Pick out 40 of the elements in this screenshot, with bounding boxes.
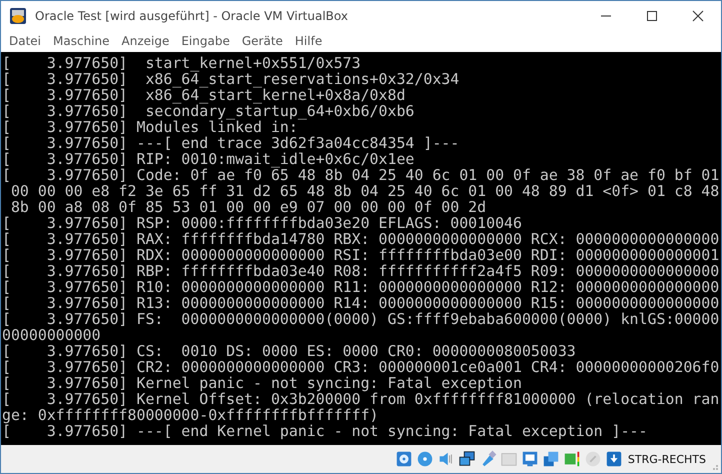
console-line: [ 3.977650] FS: 0000000000000000(0000) GS:ffff9ebaba600000(0000) knlGS:00000	[2, 311, 720, 327]
console-line: [ 3.977650] R10: 0000000000000000 R11: 0000000000000000 R12: 0000000000000000	[2, 279, 720, 295]
console-line: 00000000000	[2, 327, 102, 343]
console-line: [ 3.977650] ---[ end Kernel panic - not syncing: Fatal exception ]---	[2, 423, 648, 439]
menu-item[interactable]: Hilfe	[288, 34, 328, 48]
console-line: [ 3.977650] x86_64_start_reservations+0x32/0x34	[2, 71, 460, 87]
console-line: [ 3.977650] RBP: ffffffffbda03e40 R08: fffffffffff2a4f5 R09: 0000000000000000	[2, 263, 720, 279]
console-line: [ 3.977650] Kernel Offset: 0x3b200000 from 0xffffffff81000000 (relocation ran	[2, 391, 720, 407]
console-line: [ 3.977650] Modules linked in:	[2, 119, 298, 135]
console-line: [ 3.977650] Kernel panic - not syncing: Fatal exception	[2, 375, 523, 391]
console-line: ge: 0xffffffff80000000-0xffffffffbfffffff)	[2, 407, 380, 423]
console-line: [ 3.977650] RIP: 0010:mwait_idle+0x6c/0x1ee	[2, 151, 416, 167]
console-line: [ 3.977650] CR2: 0000000000000000 CR3: 000000001ce0a001 CR4: 00000000000206f0	[2, 359, 720, 375]
console-line: [ 3.977650] ---[ end trace 3d62f3a04cc84354 ]---	[2, 135, 460, 151]
close-icon	[692, 10, 704, 22]
console-line: [ 3.977650] start_kernel+0x551/0x573	[2, 55, 362, 71]
app-logo-icon	[9, 6, 27, 24]
console-line: 8b 00 a8 08 0f 85 53 01 00 00 e9 07 00 00 00 0f 00 2d	[10, 199, 488, 215]
menu-item[interactable]: Anzeige	[116, 34, 176, 48]
console-line: [ 3.977650] R13: 0000000000000000 R14: 0000000000000000 R15: 0000000000000000	[2, 295, 720, 311]
console-line: [ 3.977650] x86_64_start_kernel+0x8a/0x8d	[2, 87, 406, 103]
host-key-label: STRG-RECHTS	[628, 452, 706, 466]
console-line: [ 3.977650] secondary_startup_64+0xb6/0xb6	[2, 103, 416, 119]
menu-item[interactable]: Maschine	[47, 34, 116, 48]
windows-icon[interactable]	[542, 450, 560, 468]
console-line: [ 3.977650] CS: 0010 DS: 0000 ES: 0000 CR0: 0000000080050033	[2, 343, 577, 359]
menu-item[interactable]: Geräte	[236, 34, 289, 48]
network-icon[interactable]	[458, 450, 476, 468]
console-line: [ 3.977650] RAX: ffffffffbda14780 RBX: 0000000000000000 RCX: 0000000000000000	[2, 231, 720, 247]
console-line: 00 00 00 e8 f2 3e 65 ff 31 d2 65 48 8b 04 25 40 6c 01 00 48 89 d1 <0f> 01 c8 48	[10, 183, 720, 199]
maximize-icon	[646, 10, 658, 22]
console-line: [ 3.977650] RSP: 0000:ffffffffbda03e20 EFLAGS: 00010046	[2, 215, 523, 231]
cpu-activity-icon[interactable]	[562, 450, 581, 468]
menu-item[interactable]: Datei	[3, 34, 48, 48]
optical-disc-icon[interactable]	[416, 450, 434, 468]
console-line: [ 3.977650] RDX: 0000000000000000 RSI: ffffffffbda03e00 RDI: 0000000000000001	[2, 247, 720, 263]
display-icon[interactable]	[520, 450, 539, 468]
console-line: [ 3.977650] Code: 0f ae f0 65 48 8b 04 25 40 6c 01 00 0f ae 38 0f ae f0 bf 01	[2, 167, 720, 183]
menu-item[interactable]: Eingabe	[175, 34, 236, 48]
window-title: Oracle Test [wird ausgeführt] - Oracle VM VirtualBox	[35, 8, 349, 22]
